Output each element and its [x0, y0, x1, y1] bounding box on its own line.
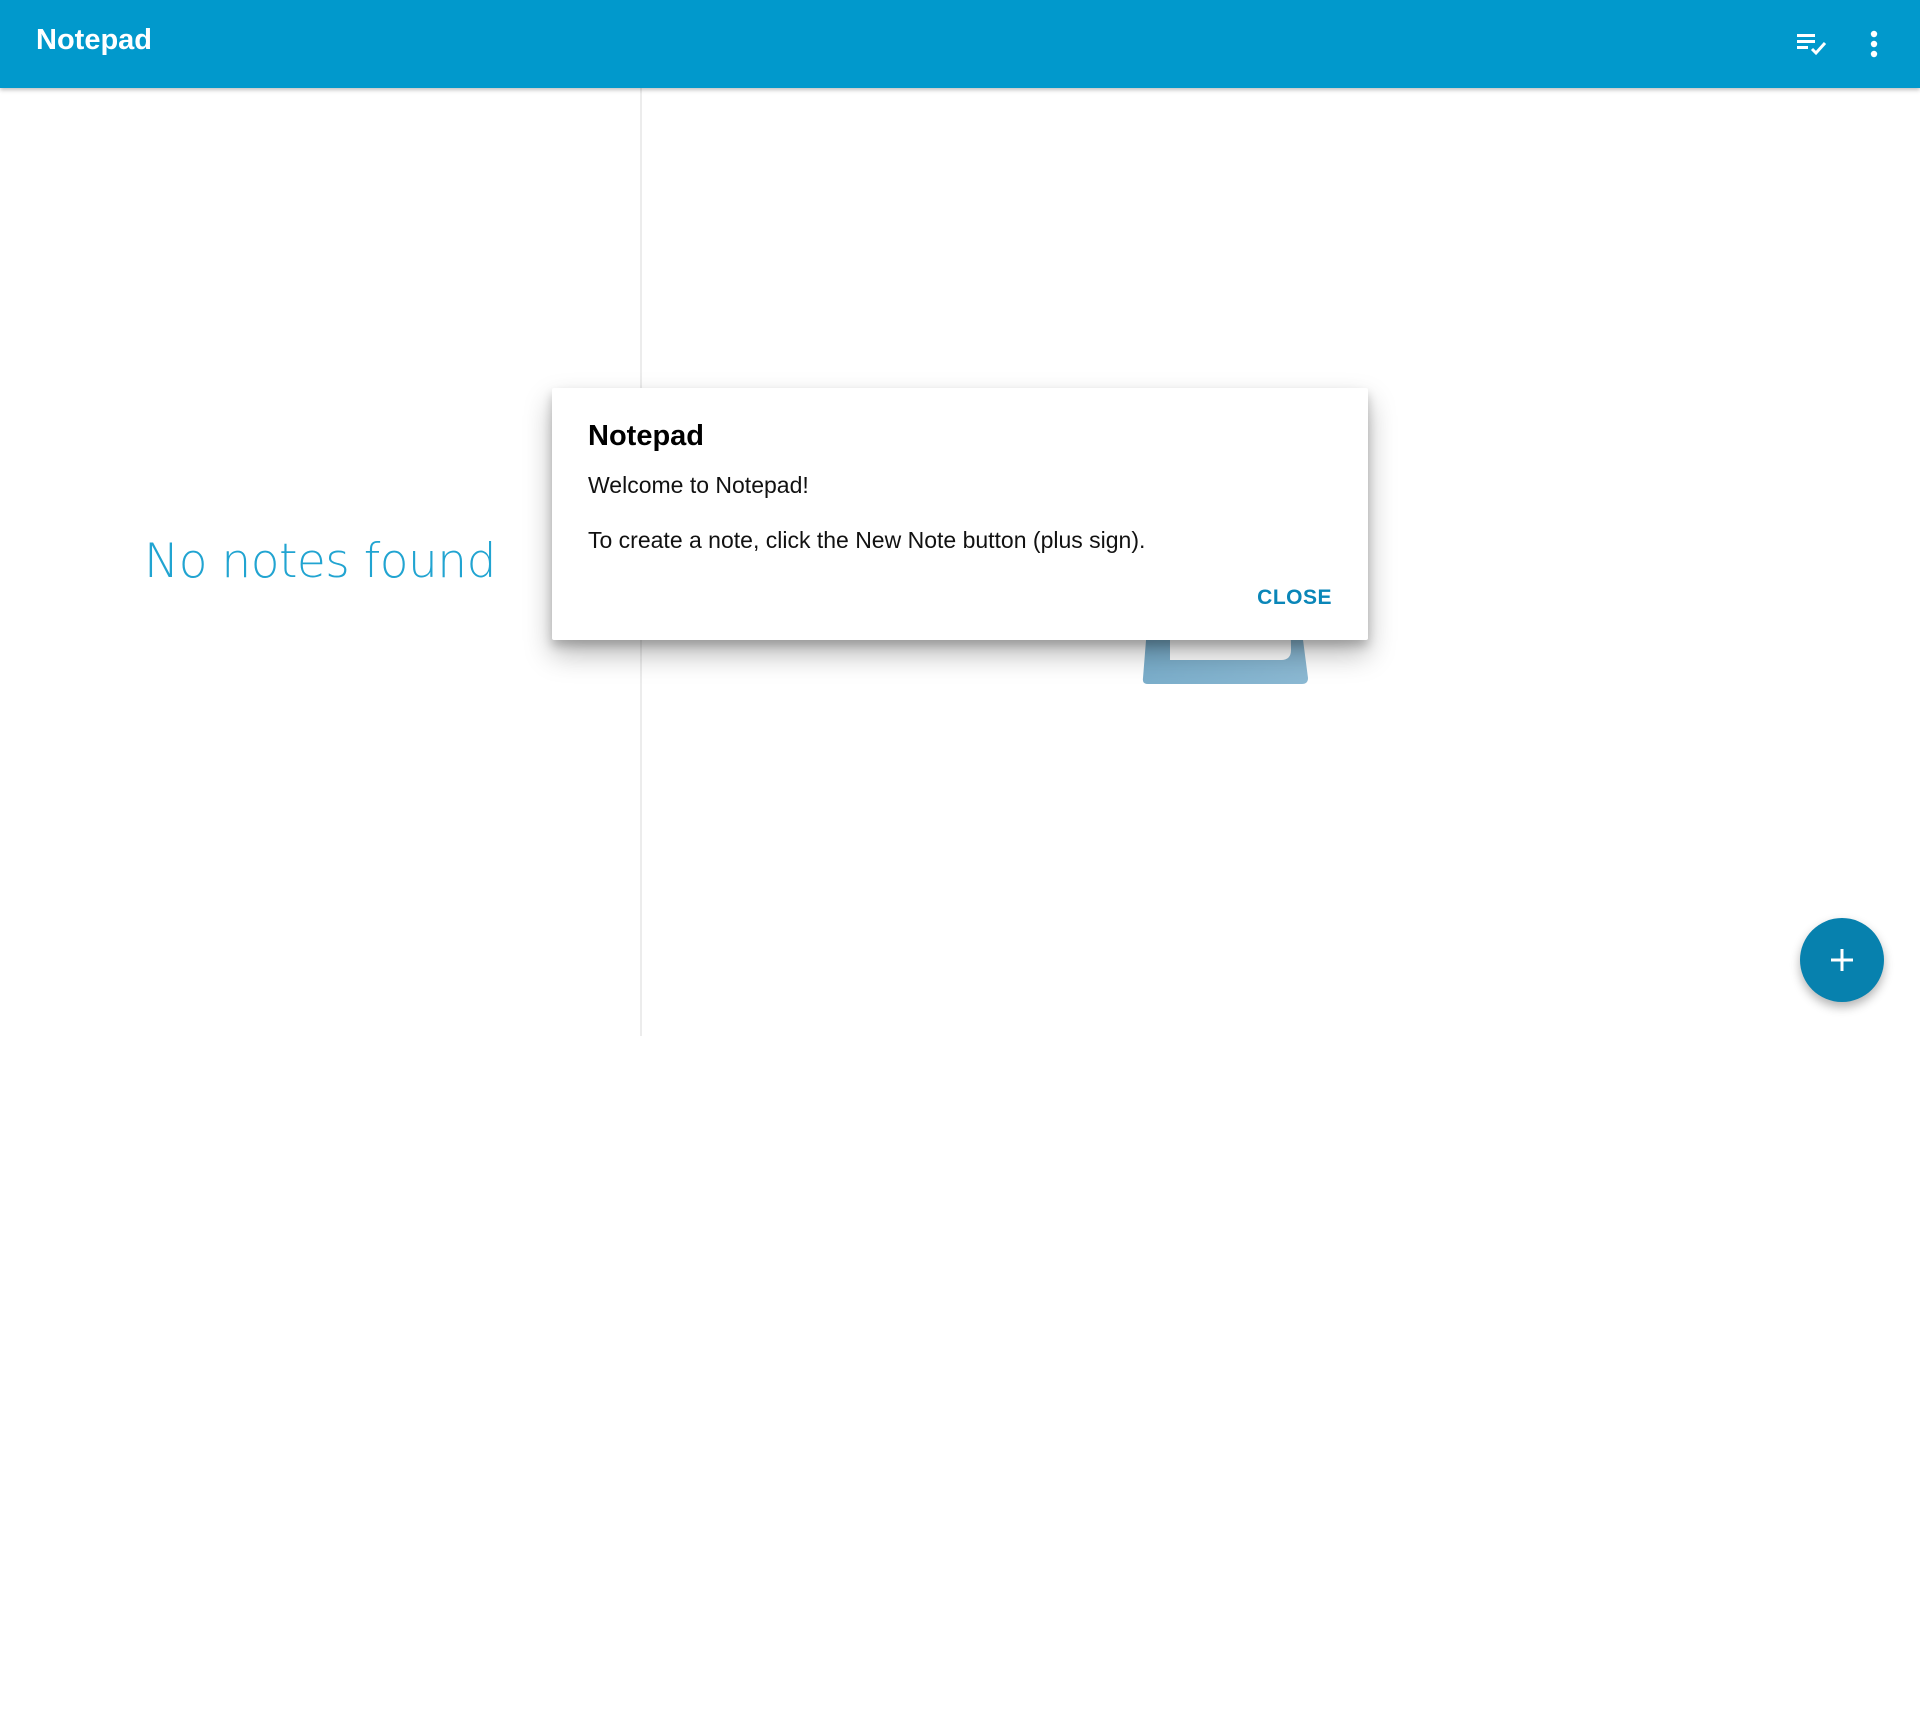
checklist-icon[interactable]	[1790, 22, 1834, 66]
empty-notes-message: No notes found	[144, 534, 496, 589]
dialog-title: Notepad	[588, 420, 704, 452]
welcome-dialog: Notepad Welcome to Notepad! To create a …	[552, 388, 1368, 640]
plus-icon	[1831, 949, 1853, 971]
app-title: Notepad	[36, 24, 152, 56]
dialog-welcome-text: Welcome to Notepad!	[588, 472, 809, 498]
more-vert-icon[interactable]	[1852, 22, 1896, 66]
new-note-button[interactable]	[1800, 918, 1884, 1002]
close-button[interactable]: CLOSE	[1257, 586, 1332, 610]
app-bar: Notepad	[0, 0, 1920, 88]
dialog-instruction-text: To create a note, click the New Note but…	[588, 527, 1146, 553]
